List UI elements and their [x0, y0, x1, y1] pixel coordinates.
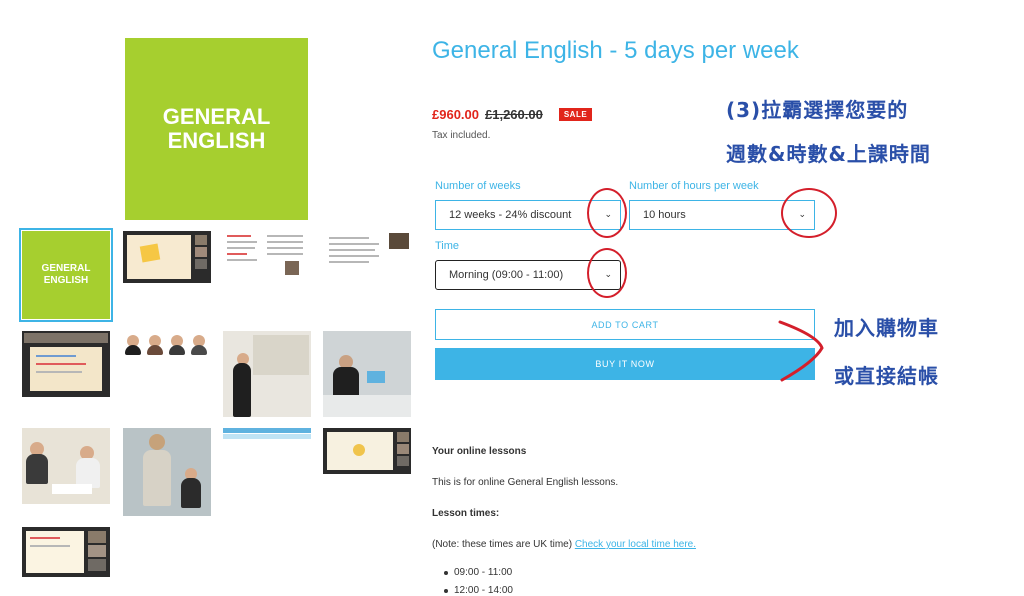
thumbnail-5[interactable] [22, 331, 110, 397]
lesson-time-item: 09:00 - 11:00 [444, 567, 512, 578]
thumbnail-6[interactable] [123, 331, 211, 355]
highlight-circle-hours [781, 188, 837, 238]
thumbnail-2[interactable] [123, 231, 211, 283]
thumbnail-1[interactable]: GENERAL ENGLISH [19, 228, 113, 322]
timezone-note-text: (Note: these times are UK time) [432, 539, 573, 550]
annotation-step3-line1: (3)拉霸選擇您要的 [726, 98, 909, 122]
annotation-cart-line2: 或直接結帳 [834, 364, 939, 388]
thumbnail-11[interactable] [223, 428, 311, 440]
weeks-label: Number of weeks [435, 180, 521, 192]
description-heading: Your online lessons [432, 446, 527, 457]
thumbnail-text: GENERAL ENGLISH [41, 263, 91, 286]
tax-note: Tax included. [432, 130, 491, 141]
sale-price: £960.00 [432, 107, 479, 122]
highlight-circle-time [587, 248, 627, 298]
highlight-circle-weeks [587, 188, 627, 238]
thumbnail-13[interactable] [22, 527, 110, 577]
annotation-step3-line2: 週數&時數&上課時間 [726, 142, 931, 166]
time-label: Time [435, 240, 460, 252]
lesson-time-item: 12:00 - 14:00 [444, 585, 513, 596]
thumbnail-12[interactable] [323, 428, 411, 474]
price-row: £960.00 £1,260.00 SALE [432, 107, 593, 122]
hours-label: Number of hours per week [629, 180, 759, 192]
annotation-cart-line1: 加入購物車 [834, 316, 939, 340]
thumbnail-9[interactable] [22, 428, 110, 504]
lesson-times-heading: Lesson times: [432, 508, 500, 519]
thumbnail-10[interactable] [123, 428, 211, 516]
thumbnail-8[interactable] [323, 331, 411, 417]
bullet-icon [444, 570, 448, 575]
thumbnail-4[interactable] [323, 231, 411, 277]
buy-now-button[interactable]: BUY IT NOW [435, 348, 815, 380]
add-to-cart-button[interactable]: ADD TO CART [435, 309, 815, 340]
local-time-link[interactable]: Check your local time here. [575, 539, 696, 550]
timezone-note: (Note: these times are UK time) Check yo… [432, 539, 696, 550]
weeks-value: 12 weeks - 24% discount [449, 209, 572, 221]
lesson-time-text: 09:00 - 11:00 [454, 567, 513, 578]
annotation-arrow-icon [778, 320, 824, 382]
original-price: £1,260.00 [485, 107, 543, 122]
lesson-time-text: 12:00 - 14:00 [454, 585, 513, 596]
main-product-image[interactable]: GENERAL ENGLISH [125, 38, 308, 220]
main-image-text: GENERAL ENGLISH [162, 104, 271, 153]
description-intro: This is for online General English lesso… [432, 477, 619, 488]
product-title: General English - 5 days per week [432, 37, 799, 64]
hours-value: 10 hours [643, 209, 686, 221]
bullet-icon [444, 588, 448, 593]
thumbnail-7[interactable] [223, 331, 311, 417]
time-value: Morning (09:00 - 11:00) [449, 269, 564, 281]
thumbnail-3[interactable] [223, 231, 311, 277]
sale-badge: SALE [558, 108, 593, 121]
